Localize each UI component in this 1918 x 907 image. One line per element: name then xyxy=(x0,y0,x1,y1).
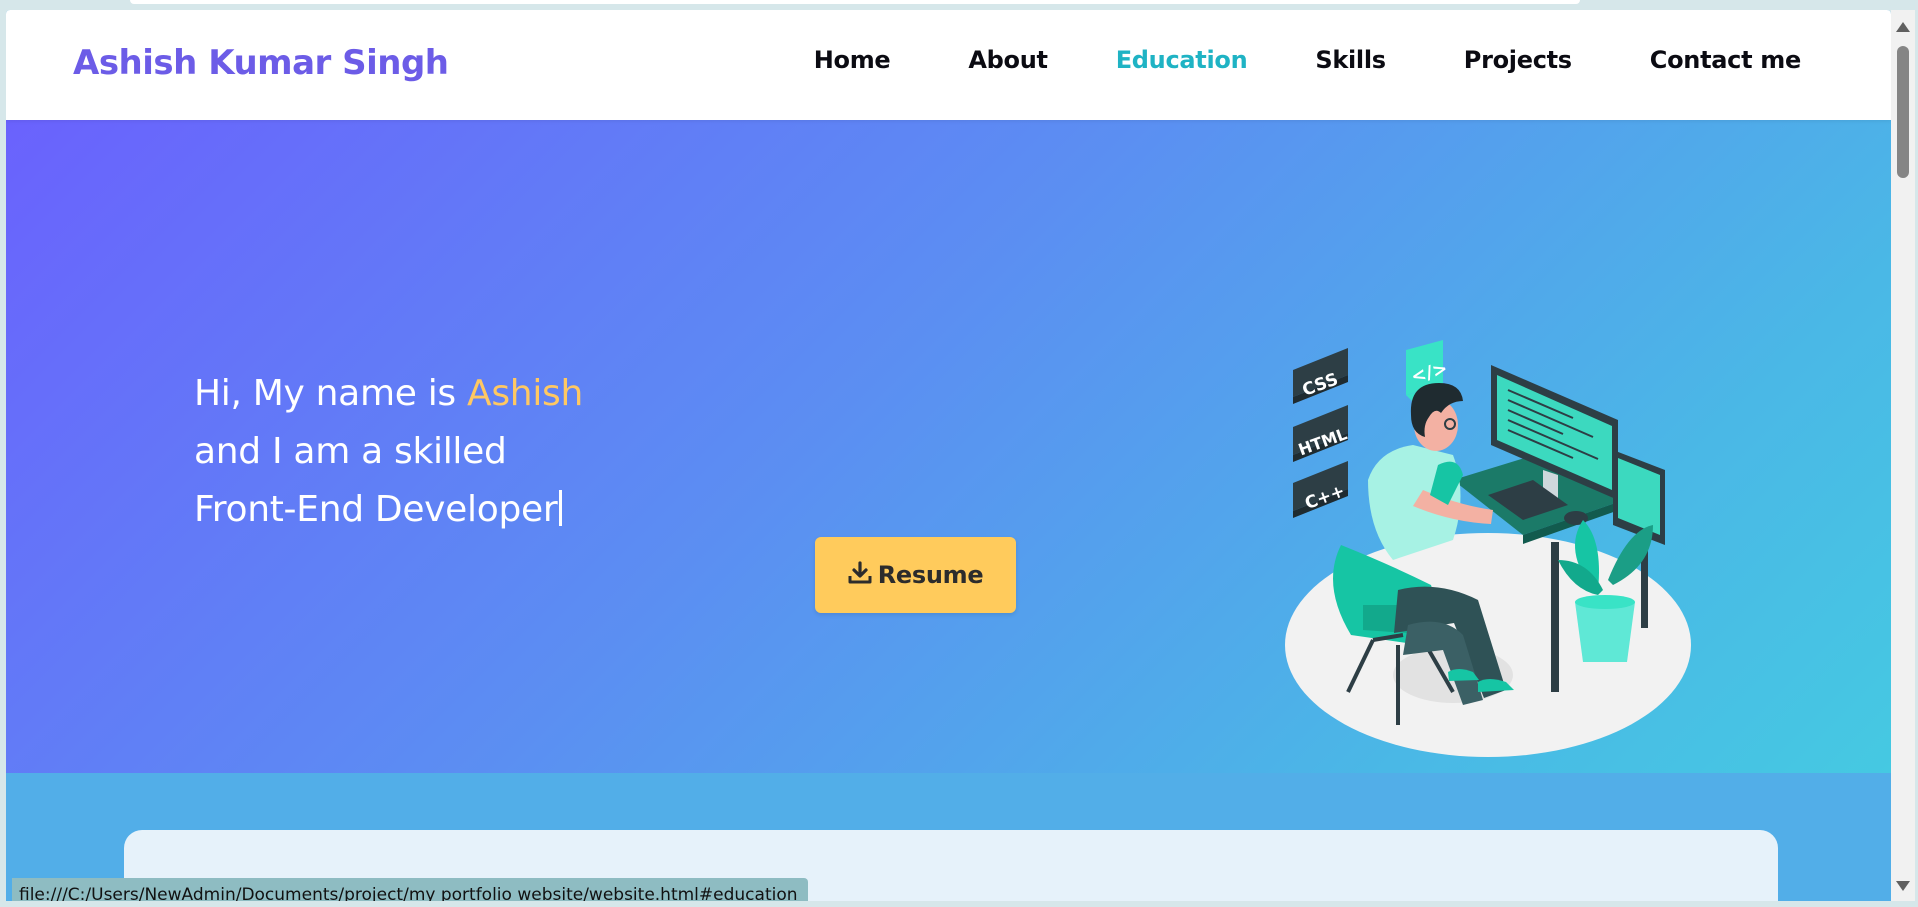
cpp-tag-icon: C++ xyxy=(1293,461,1348,518)
nav-link-skills[interactable]: Skills xyxy=(1315,46,1386,74)
hero-line-2: and I am a skilled xyxy=(194,431,507,472)
browser-top-strip xyxy=(130,0,1580,4)
nav-link-about[interactable]: About xyxy=(968,46,1048,74)
hero-line-1: Hi, My name is Ashish xyxy=(194,365,583,423)
hero-line-3-text: Front-End Developer xyxy=(194,489,558,530)
scroll-down-arrow-icon[interactable] xyxy=(1896,881,1910,891)
scroll-up-arrow-icon[interactable] xyxy=(1896,22,1910,32)
brand-logo-text[interactable]: Ashish Kumar Singh xyxy=(73,43,449,83)
download-icon xyxy=(848,561,872,589)
nav-link-contact[interactable]: Contact me xyxy=(1650,46,1802,74)
nav-link-education[interactable]: Education xyxy=(1116,46,1248,74)
resume-button[interactable]: Resume xyxy=(815,537,1016,613)
hero-intro-text: Hi, My name is Ashish and I am a skilled… xyxy=(194,365,583,539)
hero-line-3: Front-End Developer xyxy=(194,481,583,539)
html-tag-icon: HTML xyxy=(1293,405,1350,462)
page-viewport: Ashish Kumar Singh Home About Education … xyxy=(6,10,1891,901)
status-bar-url: file:///C:/Users/NewAdmin/Documents/proj… xyxy=(12,878,808,901)
resume-button-label: Resume xyxy=(877,561,984,589)
nav-link-projects[interactable]: Projects xyxy=(1464,46,1572,74)
browser-window: Ashish Kumar Singh Home About Education … xyxy=(0,0,1918,907)
nav-links: Home About Education Skills Projects Con… xyxy=(814,46,1802,74)
hero-section: Hi, My name is Ashish and I am a skilled… xyxy=(6,120,1891,773)
typing-cursor xyxy=(559,490,563,526)
developer-illustration: CSS HTML C++ </> xyxy=(1285,340,1691,757)
hero-name-highlight: Ashish xyxy=(467,373,583,414)
nav-link-home[interactable]: Home xyxy=(814,46,891,74)
scrollbar-thumb[interactable] xyxy=(1897,46,1909,178)
css-tag-icon: CSS xyxy=(1293,348,1348,404)
hero-line-1-prefix: Hi, My name is xyxy=(194,373,468,414)
vertical-scrollbar[interactable] xyxy=(1891,10,1915,901)
navbar: Ashish Kumar Singh Home About Education … xyxy=(6,10,1891,120)
